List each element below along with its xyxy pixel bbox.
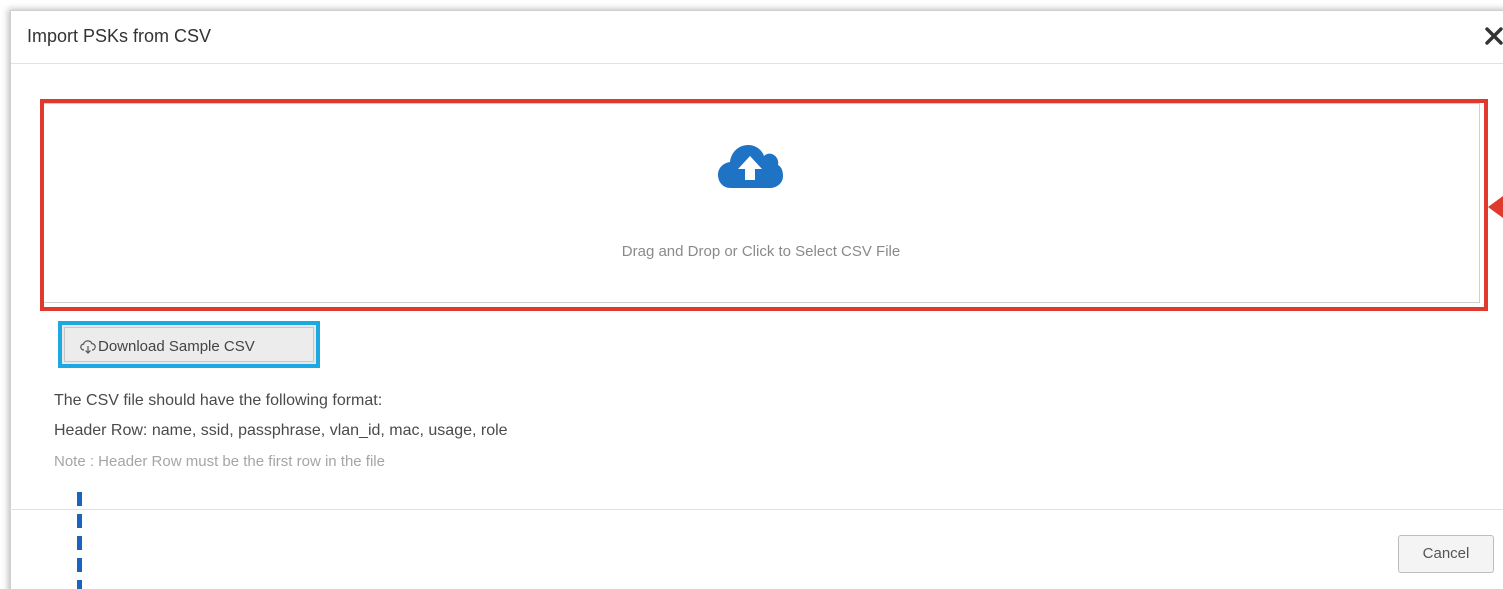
import-psk-dialog: Import PSKs from CSV Drag and Drop or Cl… xyxy=(10,10,1503,589)
annotation-arrow-icon xyxy=(1488,194,1503,220)
header-row-note: Note : Header Row must be the first row … xyxy=(54,453,385,470)
dialog-header: Import PSKs from CSV xyxy=(11,11,1503,64)
header-row-text: Header Row: name, ssid, passphrase, vlan… xyxy=(54,422,508,439)
screenshot-stage: Import PSKs from CSV Drag and Drop or Cl… xyxy=(0,0,1503,589)
footer-divider xyxy=(10,509,1503,510)
cancel-button[interactable]: Cancel xyxy=(1398,535,1494,573)
annotation-dashed-line xyxy=(77,492,82,589)
cloud-download-icon xyxy=(80,340,96,354)
dialog-title: Import PSKs from CSV xyxy=(27,26,212,46)
dropzone-label: Drag and Drop or Click to Select CSV Fil… xyxy=(621,243,901,260)
download-button-face: Download Sample CSV xyxy=(64,327,314,362)
cloud-upload-icon xyxy=(717,142,783,190)
download-sample-csv-label: Download Sample CSV xyxy=(98,338,255,355)
format-intro-text: The CSV file should have the following f… xyxy=(54,392,383,409)
download-sample-csv-button[interactable]: Download Sample CSV xyxy=(58,321,320,368)
csv-dropzone[interactable]: Drag and Drop or Click to Select CSV Fil… xyxy=(42,103,1480,303)
close-icon[interactable] xyxy=(1483,24,1503,48)
